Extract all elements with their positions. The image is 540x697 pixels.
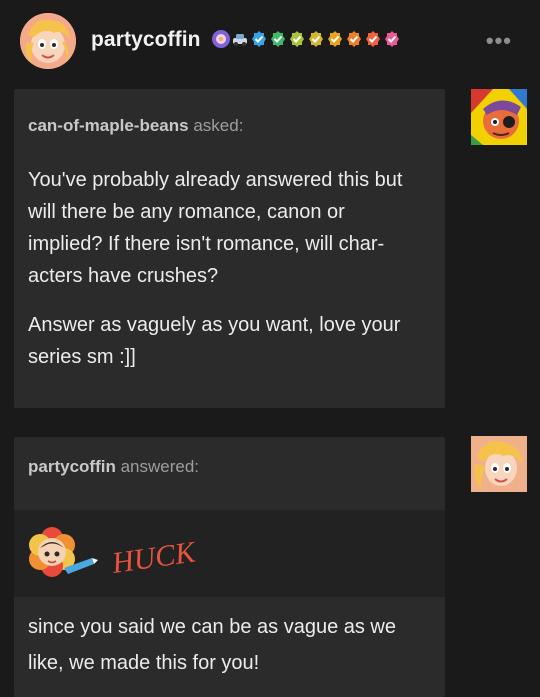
verified-badge-blue-icon[interactable] xyxy=(250,30,268,48)
answerer-line: partycoffin answered: xyxy=(28,457,199,477)
post-header: partycoffin ••• xyxy=(0,0,540,86)
asker-name[interactable]: can-of-maple-beans xyxy=(28,116,189,135)
flower-badge-icon[interactable] xyxy=(212,30,230,48)
verified-badge-pink-icon[interactable] xyxy=(383,30,401,48)
verified-badge-gold-icon[interactable] xyxy=(326,30,344,48)
asker-avatar[interactable] xyxy=(471,89,527,145)
verified-badge-green-icon[interactable] xyxy=(269,30,287,48)
asker-suffix: asked: xyxy=(193,116,244,135)
car-badge-icon[interactable] xyxy=(231,30,249,48)
question-paragraph-2: Answer as vaguely as you want, love your… xyxy=(28,314,401,368)
verified-badge-orange-icon[interactable] xyxy=(345,30,363,48)
answerer-name[interactable]: partycoffin xyxy=(28,457,116,476)
question-paragraph-1: You've probably already answered this bu… xyxy=(28,169,403,287)
blog-username[interactable]: partycoffin xyxy=(91,28,201,52)
answerer-suffix: answered: xyxy=(120,457,200,476)
question-text: You've probably already answered this bu… xyxy=(28,164,423,390)
answer-card: partycoffin answered: HUCK since you sai… xyxy=(14,437,445,697)
ask-card: can-of-maple-beans asked: You've probabl… xyxy=(14,89,445,408)
verified-badge-lime-icon[interactable] xyxy=(288,30,306,48)
more-options-icon[interactable]: ••• xyxy=(486,28,512,54)
verified-badge-red-icon[interactable] xyxy=(364,30,382,48)
answerer-avatar[interactable] xyxy=(471,436,527,492)
answer-text: since you said we can be as vague as we … xyxy=(28,616,396,674)
blog-avatar[interactable] xyxy=(20,13,76,69)
answer-image[interactable]: HUCK xyxy=(14,510,445,597)
asker-line: can-of-maple-beans asked: xyxy=(28,116,243,136)
badge-row xyxy=(212,30,402,48)
verified-badge-yellow-icon[interactable] xyxy=(307,30,325,48)
